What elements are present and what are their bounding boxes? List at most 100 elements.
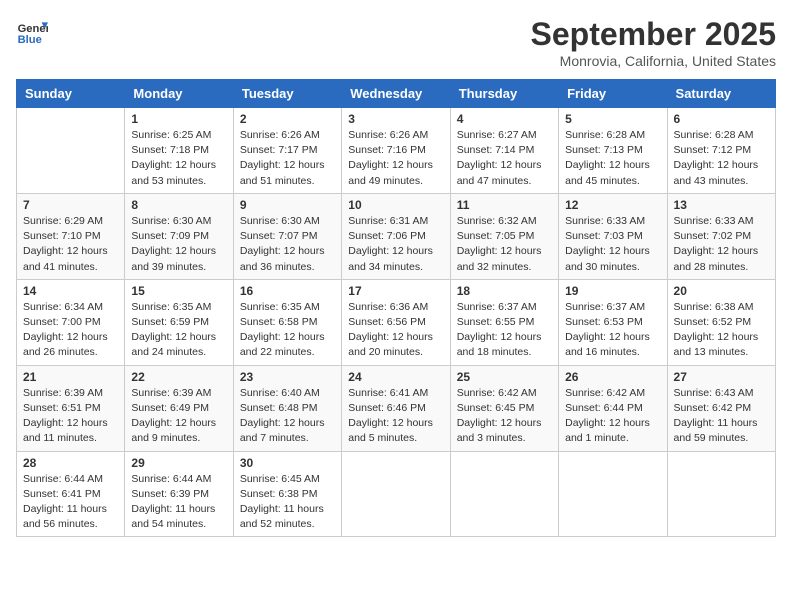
- calendar-cell: [342, 451, 450, 537]
- day-info: Sunrise: 6:42 AM Sunset: 6:45 PM Dayligh…: [457, 386, 552, 447]
- day-info: Sunrise: 6:37 AM Sunset: 6:55 PM Dayligh…: [457, 300, 552, 361]
- day-number: 1: [131, 112, 226, 126]
- calendar-cell: 5Sunrise: 6:28 AM Sunset: 7:13 PM Daylig…: [559, 108, 667, 194]
- calendar-week-row: 21 Sunrise: 6:39 AM Sunset: 6:51 PM Dayli…: [17, 365, 776, 451]
- calendar-cell: 12 Sunrise: 6:33 AM Sunset: 7:03 PM Dayli…: [559, 193, 667, 279]
- day-number: 7: [23, 198, 118, 212]
- day-number: 23: [240, 370, 335, 384]
- day-info: Sunrise: 6:38 AM Sunset: 6:52 PM Dayligh…: [674, 300, 769, 361]
- day-info: Sunrise: 6:34 AM Sunset: 7:00 PM Dayligh…: [23, 300, 118, 361]
- calendar-cell: 25 Sunrise: 6:42 AM Sunset: 6:45 PM Dayli…: [450, 365, 558, 451]
- day-info: Sunrise: 6:30 AM Sunset: 7:09 PM Dayligh…: [131, 214, 226, 275]
- day-number: 9: [240, 198, 335, 212]
- day-info: Sunrise: 6:30 AM Sunset: 7:07 PM Dayligh…: [240, 214, 335, 275]
- weekday-header-cell: Thursday: [450, 80, 558, 108]
- calendar-cell: 17 Sunrise: 6:36 AM Sunset: 6:56 PM Dayli…: [342, 279, 450, 365]
- day-info: Sunrise: 6:31 AM Sunset: 7:06 PM Dayligh…: [348, 214, 443, 275]
- day-number: 15: [131, 284, 226, 298]
- day-info: Sunrise: 6:40 AM Sunset: 6:48 PM Dayligh…: [240, 386, 335, 447]
- day-info: Sunrise: 6:35 AM Sunset: 6:59 PM Dayligh…: [131, 300, 226, 361]
- calendar-cell: [667, 451, 775, 537]
- day-info: Sunrise: 6:35 AM Sunset: 6:58 PM Dayligh…: [240, 300, 335, 361]
- calendar-cell: [450, 451, 558, 537]
- month-title: September 2025: [531, 16, 776, 53]
- calendar-week-row: 28 Sunrise: 6:44 AM Sunset: 6:41 PM Dayli…: [17, 451, 776, 537]
- day-number: 20: [674, 284, 769, 298]
- day-info: Sunrise: 6:43 AM Sunset: 6:42 PM Dayligh…: [674, 386, 769, 447]
- day-info: Sunrise: 6:44 AM Sunset: 6:39 PM Dayligh…: [131, 472, 226, 533]
- title-block: September 2025 Monrovia, California, Uni…: [531, 16, 776, 69]
- calendar-cell: 10 Sunrise: 6:31 AM Sunset: 7:06 PM Dayli…: [342, 193, 450, 279]
- calendar-cell: 30 Sunrise: 6:45 AM Sunset: 6:38 PM Dayli…: [233, 451, 341, 537]
- day-info: Sunrise: 6:32 AM Sunset: 7:05 PM Dayligh…: [457, 214, 552, 275]
- day-number: 8: [131, 198, 226, 212]
- page-header: General Blue September 2025 Monrovia, Ca…: [16, 16, 776, 69]
- day-number: 18: [457, 284, 552, 298]
- day-number: 27: [674, 370, 769, 384]
- day-number: 12: [565, 198, 660, 212]
- calendar-cell: 29Sunrise: 6:44 AM Sunset: 6:39 PM Dayli…: [125, 451, 233, 537]
- day-info: Sunrise: 6:26 AM Sunset: 7:16 PM Dayligh…: [348, 128, 443, 189]
- calendar-cell: 4 Sunrise: 6:27 AM Sunset: 7:14 PM Daylig…: [450, 108, 558, 194]
- calendar-cell: 2 Sunrise: 6:26 AM Sunset: 7:17 PM Daylig…: [233, 108, 341, 194]
- day-number: 28: [23, 456, 118, 470]
- day-info: Sunrise: 6:33 AM Sunset: 7:03 PM Dayligh…: [565, 214, 660, 275]
- day-number: 30: [240, 456, 335, 470]
- day-number: 10: [348, 198, 443, 212]
- day-number: 25: [457, 370, 552, 384]
- calendar-cell: 9 Sunrise: 6:30 AM Sunset: 7:07 PM Daylig…: [233, 193, 341, 279]
- calendar-cell: 28 Sunrise: 6:44 AM Sunset: 6:41 PM Dayli…: [17, 451, 125, 537]
- calendar-week-row: 14Sunrise: 6:34 AM Sunset: 7:00 PM Dayli…: [17, 279, 776, 365]
- calendar-cell: [17, 108, 125, 194]
- day-number: 13: [674, 198, 769, 212]
- day-number: 19: [565, 284, 660, 298]
- logo: General Blue: [16, 16, 48, 48]
- calendar-week-row: 7 Sunrise: 6:29 AM Sunset: 7:10 PM Daylig…: [17, 193, 776, 279]
- calendar-cell: 21 Sunrise: 6:39 AM Sunset: 6:51 PM Dayli…: [17, 365, 125, 451]
- calendar-cell: 16Sunrise: 6:35 AM Sunset: 6:58 PM Dayli…: [233, 279, 341, 365]
- calendar-cell: 8 Sunrise: 6:30 AM Sunset: 7:09 PM Daylig…: [125, 193, 233, 279]
- calendar-cell: 15 Sunrise: 6:35 AM Sunset: 6:59 PM Dayli…: [125, 279, 233, 365]
- calendar-cell: 24Sunrise: 6:41 AM Sunset: 6:46 PM Dayli…: [342, 365, 450, 451]
- calendar-cell: 26 Sunrise: 6:42 AM Sunset: 6:44 PM Dayli…: [559, 365, 667, 451]
- calendar-cell: 20 Sunrise: 6:38 AM Sunset: 6:52 PM Dayli…: [667, 279, 775, 365]
- calendar-week-row: 1 Sunrise: 6:25 AM Sunset: 7:18 PM Daylig…: [17, 108, 776, 194]
- day-info: Sunrise: 6:39 AM Sunset: 6:51 PM Dayligh…: [23, 386, 118, 447]
- logo-icon: General Blue: [16, 16, 48, 48]
- day-number: 5: [565, 112, 660, 126]
- weekday-header-cell: Tuesday: [233, 80, 341, 108]
- day-number: 4: [457, 112, 552, 126]
- day-number: 26: [565, 370, 660, 384]
- day-number: 21: [23, 370, 118, 384]
- calendar-table: SundayMondayTuesdayWednesdayThursdayFrid…: [16, 79, 776, 537]
- day-info: Sunrise: 6:33 AM Sunset: 7:02 PM Dayligh…: [674, 214, 769, 275]
- day-info: Sunrise: 6:42 AM Sunset: 6:44 PM Dayligh…: [565, 386, 660, 447]
- day-number: 11: [457, 198, 552, 212]
- day-number: 17: [348, 284, 443, 298]
- day-info: Sunrise: 6:37 AM Sunset: 6:53 PM Dayligh…: [565, 300, 660, 361]
- day-info: Sunrise: 6:29 AM Sunset: 7:10 PM Dayligh…: [23, 214, 118, 275]
- day-info: Sunrise: 6:28 AM Sunset: 7:12 PM Dayligh…: [674, 128, 769, 189]
- calendar-cell: 23 Sunrise: 6:40 AM Sunset: 6:48 PM Dayli…: [233, 365, 341, 451]
- calendar-cell: 7 Sunrise: 6:29 AM Sunset: 7:10 PM Daylig…: [17, 193, 125, 279]
- day-info: Sunrise: 6:41 AM Sunset: 6:46 PM Dayligh…: [348, 386, 443, 447]
- day-info: Sunrise: 6:36 AM Sunset: 6:56 PM Dayligh…: [348, 300, 443, 361]
- calendar-cell: 14Sunrise: 6:34 AM Sunset: 7:00 PM Dayli…: [17, 279, 125, 365]
- day-info: Sunrise: 6:44 AM Sunset: 6:41 PM Dayligh…: [23, 472, 118, 533]
- day-info: Sunrise: 6:27 AM Sunset: 7:14 PM Dayligh…: [457, 128, 552, 189]
- calendar-cell: 27 Sunrise: 6:43 AM Sunset: 6:42 PM Dayli…: [667, 365, 775, 451]
- weekday-header-cell: Friday: [559, 80, 667, 108]
- day-info: Sunrise: 6:25 AM Sunset: 7:18 PM Dayligh…: [131, 128, 226, 189]
- weekday-header-cell: Wednesday: [342, 80, 450, 108]
- day-info: Sunrise: 6:39 AM Sunset: 6:49 PM Dayligh…: [131, 386, 226, 447]
- location: Monrovia, California, United States: [531, 53, 776, 69]
- day-info: Sunrise: 6:45 AM Sunset: 6:38 PM Dayligh…: [240, 472, 335, 533]
- calendar-body: 1 Sunrise: 6:25 AM Sunset: 7:18 PM Daylig…: [17, 108, 776, 537]
- day-number: 22: [131, 370, 226, 384]
- day-number: 2: [240, 112, 335, 126]
- day-number: 3: [348, 112, 443, 126]
- calendar-cell: 19 Sunrise: 6:37 AM Sunset: 6:53 PM Dayli…: [559, 279, 667, 365]
- day-number: 6: [674, 112, 769, 126]
- weekday-header-row: SundayMondayTuesdayWednesdayThursdayFrid…: [17, 80, 776, 108]
- day-info: Sunrise: 6:26 AM Sunset: 7:17 PM Dayligh…: [240, 128, 335, 189]
